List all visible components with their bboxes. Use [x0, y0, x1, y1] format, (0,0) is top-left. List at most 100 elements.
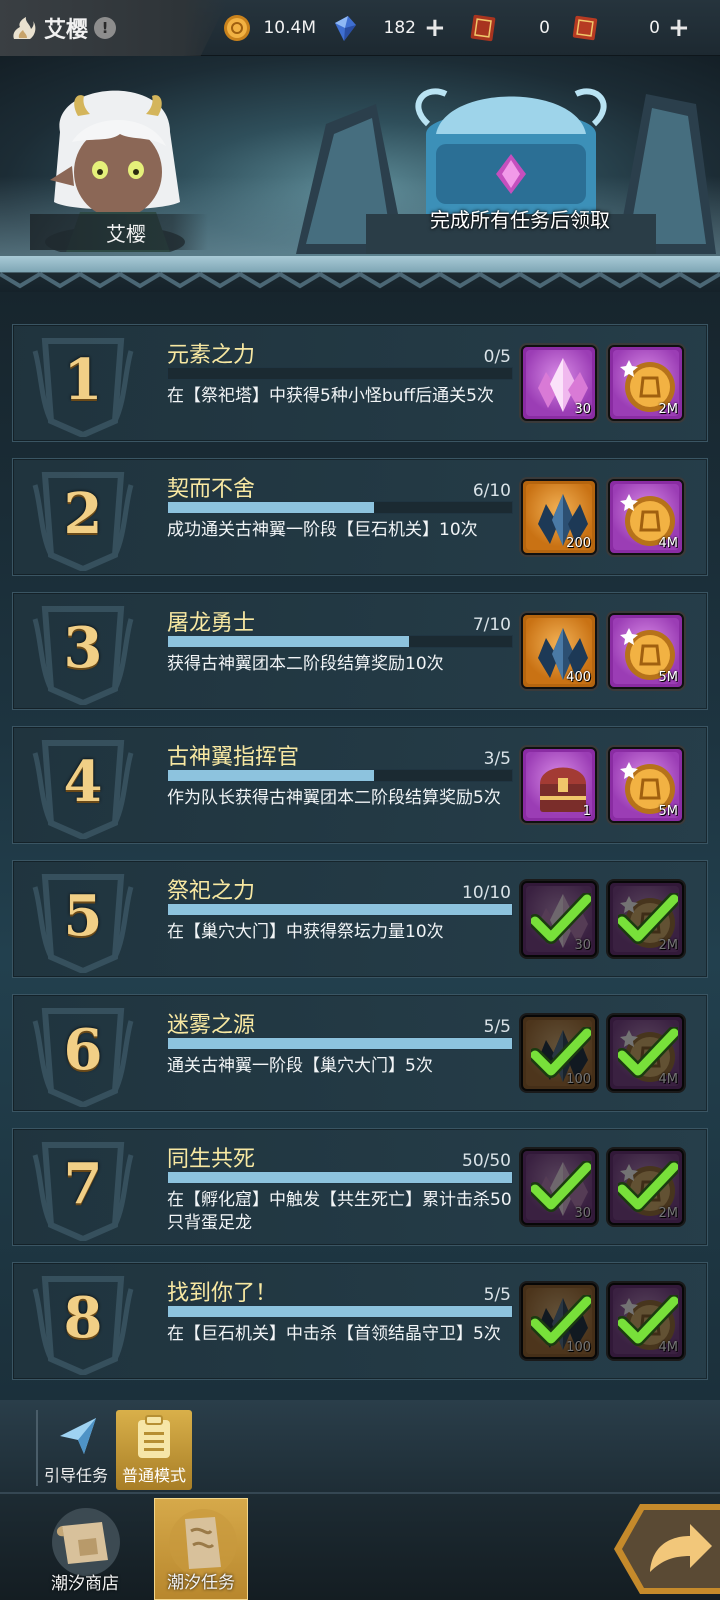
bottom-nav: 潮汐商店 潮汐任务: [0, 1492, 720, 1600]
task-title: 契而不舍: [167, 477, 256, 502]
task-description: 通关古神翼一阶段【巢穴大门】5次: [167, 1056, 433, 1076]
ice-zigzag: [0, 271, 720, 289]
task-progress-bar: [167, 903, 513, 916]
reward-quantity: 200: [566, 536, 591, 551]
reward-quantity: 2M: [658, 1206, 679, 1221]
task-title: 找到你了！: [167, 1281, 278, 1306]
task-count: 3/5: [483, 749, 511, 769]
progress-fill: [168, 770, 375, 781]
reward-item[interactable]: 400: [521, 613, 597, 689]
progress-fill: [168, 1306, 512, 1317]
reward-item[interactable]: 200: [521, 479, 597, 555]
reward-item[interactable]: 4M: [608, 1015, 684, 1091]
red-scroll-ticket-icon: [572, 15, 598, 41]
task-number: 3: [63, 615, 103, 681]
mode-bar: 引导任务 普通模式: [0, 1400, 720, 1492]
task-row[interactable]: 6 迷雾之源 5/5 通关古神翼一阶段【巢穴大门】5次 100 4M: [12, 994, 708, 1112]
currency-red-scroll[interactable]: 0 +: [570, 12, 690, 44]
task-number: 8: [63, 1285, 103, 1351]
task-count: 0/5: [483, 347, 511, 367]
task-row[interactable]: 3 屠龙勇士 7/10 获得古神翼团本二阶段结算奖励10次 400 5M: [12, 592, 708, 710]
reward-quantity: 2M: [658, 938, 679, 953]
tab-guide-tasks[interactable]: 引导任务: [38, 1410, 114, 1490]
task-title: 迷雾之源: [167, 1013, 256, 1038]
reward-item[interactable]: 30: [521, 345, 597, 421]
tab-normal-mode[interactable]: 普通模式: [116, 1410, 192, 1490]
nav-tide-tasks[interactable]: 潮汐任务: [154, 1498, 248, 1600]
progress-fill: [168, 904, 512, 915]
task-number: 2: [63, 481, 103, 547]
reward-quantity: 100: [566, 1072, 591, 1087]
reward-item[interactable]: 5M: [608, 613, 684, 689]
gold-coin-icon: [224, 15, 250, 41]
reward-item[interactable]: 2M: [608, 881, 684, 957]
task-description: 在【巢穴大门】中获得祭坛力量10次: [167, 922, 444, 942]
reward-item[interactable]: 5M: [608, 747, 684, 823]
task-row[interactable]: 1 元素之力 0/5 在【祭祀塔】中获得5种小怪buff后通关5次 30 2M: [12, 324, 708, 442]
task-progress-bar: [167, 367, 513, 380]
banner: 艾樱 完成所有任务后领取: [0, 56, 720, 256]
tab-label: 引导任务: [43, 1466, 108, 1485]
task-number: 5: [63, 883, 103, 949]
reward-item[interactable]: 2M: [608, 345, 684, 421]
task-description: 在【巨石机关】中击杀【首领结晶守卫】5次: [167, 1324, 501, 1344]
currency-red-ticket[interactable]: 0: [468, 12, 558, 44]
currency-value: 0: [539, 18, 550, 38]
reward-quantity: 4M: [658, 1072, 679, 1087]
reward-quantity: 30: [574, 938, 591, 953]
task-description: 在【祭祀塔】中获得5种小怪buff后通关5次: [167, 386, 494, 406]
task-description: 获得古神翼团本二阶段结算奖励10次: [167, 654, 444, 674]
reward-quantity: 2M: [658, 402, 679, 417]
reward-quantity: 1: [582, 804, 591, 819]
progress-fill: [168, 502, 375, 513]
task-count: 10/10: [462, 883, 511, 903]
reward-item[interactable]: 4M: [608, 479, 684, 555]
plus-icon[interactable]: +: [424, 15, 446, 41]
progress-fill: [168, 1172, 512, 1183]
task-progress-bar: [167, 1037, 513, 1050]
reward-item[interactable]: 30: [521, 881, 597, 957]
task-progress-bar: [167, 501, 513, 514]
task-title: 元素之力: [167, 343, 256, 368]
task-progress-bar: [167, 1171, 513, 1184]
task-number: 7: [63, 1151, 103, 1217]
reward-quantity: 100: [566, 1340, 591, 1355]
hero-label: 艾樱: [30, 214, 208, 250]
share-arrow-icon[interactable]: [612, 1502, 720, 1596]
nav-tide-shop[interactable]: 潮汐商店: [38, 1498, 132, 1600]
currency-gold[interactable]: 10.4M: [222, 12, 322, 44]
task-count: 7/10: [472, 615, 511, 635]
task-row[interactable]: 5 祭祀之力 10/10 在【巢穴大门】中获得祭坛力量10次 30 2M: [12, 860, 708, 978]
task-row[interactable]: 4 古神翼指挥官 3/5 作为队长获得古神翼团本二阶段结算奖励5次 1 5M: [12, 726, 708, 844]
reward-item[interactable]: 1: [521, 747, 597, 823]
task-list[interactable]: 1 元素之力 0/5 在【祭祀塔】中获得5种小怪buff后通关5次 30 2M 2 契而不舍 6…: [0, 292, 720, 1400]
hero-tag[interactable]: 艾樱 !: [0, 0, 228, 56]
task-number: 1: [63, 347, 103, 413]
reward-item[interactable]: 100: [521, 1015, 597, 1091]
reward-item[interactable]: 2M: [608, 1149, 684, 1225]
task-count: 6/10: [472, 481, 511, 501]
reward-quantity: 5M: [658, 804, 679, 819]
progress-fill: [168, 1038, 512, 1049]
currency-crystal[interactable]: 182 +: [330, 12, 452, 44]
currency-value: 10.4M: [263, 18, 316, 38]
task-row[interactable]: 2 契而不舍 6/10 成功通关古神翼一阶段【巨石机关】10次 200 4M: [12, 458, 708, 576]
task-row[interactable]: 7 同生共死 50/50 在【孵化窟】中触发【共生死亡】累计击杀50只背蛋足龙 30 2M: [12, 1128, 708, 1246]
reward-quantity: 4M: [658, 536, 679, 551]
nav-label: 潮汐商店: [51, 1574, 119, 1594]
task-count: 5/5: [483, 1017, 511, 1037]
chest-label: 完成所有任务后领取: [430, 208, 610, 232]
task-number: 4: [63, 749, 103, 815]
mode-divider: [36, 1410, 38, 1486]
reward-item[interactable]: 30: [521, 1149, 597, 1225]
ice-divider: [0, 256, 720, 292]
scroll-quest-icon: [169, 1509, 237, 1577]
reward-item[interactable]: 4M: [608, 1283, 684, 1359]
top-bar: 艾樱 ! 10.4M 182 + 0 0 +: [0, 0, 720, 56]
exclamation-icon[interactable]: !: [94, 17, 117, 39]
reward-item[interactable]: 100: [521, 1283, 597, 1359]
task-number: 6: [63, 1017, 103, 1083]
task-description: 作为队长获得古神翼团本二阶段结算奖励5次: [167, 788, 501, 808]
task-row[interactable]: 8 找到你了！ 5/5 在【巨石机关】中击杀【首领结晶守卫】5次 100 4M: [12, 1262, 708, 1380]
plus-icon[interactable]: +: [668, 15, 690, 41]
